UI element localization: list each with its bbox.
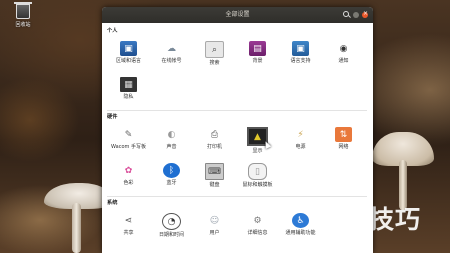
settings-item-language-support[interactable]: ▣ 语言支持 <box>279 38 322 74</box>
settings-item-network[interactable]: ⇅ 网络 <box>322 124 365 160</box>
color-icon: ✿ <box>124 165 133 176</box>
trash-desktop-icon[interactable]: 回收站 <box>10 2 36 28</box>
settings-item-privacy[interactable]: ▦ 隐私 <box>107 74 150 110</box>
settings-item-label: 在线帐号 <box>161 58 182 64</box>
section-title-hardware: 硬件 <box>107 114 118 120</box>
privacy-icon: ▦ <box>120 77 137 92</box>
settings-item-label: 日期和时间 <box>158 232 184 238</box>
section-title-personal: 个人 <box>107 28 118 34</box>
power-icon: ⚡ <box>297 129 304 140</box>
settings-item-details[interactable]: ⚙ 详细信息 <box>236 210 279 246</box>
settings-item-label: Wacom 手写板 <box>111 144 146 150</box>
sharing-icon: ⋖ <box>124 215 133 226</box>
close-button[interactable] <box>362 10 368 18</box>
settings-item-printer[interactable]: ⎙ 打印机 <box>193 124 236 160</box>
settings-item-label: 声音 <box>166 144 177 150</box>
personal-grid: ▣ 区域和语言 ☁ 在线帐号 ⌕ 搜索 ▤ 背景 ▣ 语言支持 ◉ 通知 ▦ 隐… <box>107 38 367 110</box>
region-flag-icon: ▣ <box>120 41 137 56</box>
settings-item-label: 鼠标和触摸板 <box>242 182 273 188</box>
settings-item-label: 显示 <box>252 148 263 154</box>
settings-item-power[interactable]: ⚡ 电源 <box>279 124 322 160</box>
hardware-grid: ✎ Wacom 手写板 ◐ 声音 ⎙ 打印机 ▲ 显示 ⚡ 电源 ⇅ 网络 ✿ … <box>107 124 367 196</box>
language-support-icon: ▣ <box>292 41 309 56</box>
settings-item-sound[interactable]: ◐ 声音 <box>150 124 193 160</box>
notifications-icon: ◉ <box>339 43 348 54</box>
sound-icon: ◐ <box>167 129 176 140</box>
trash-icon <box>14 2 32 19</box>
mushroom-stem-image <box>72 203 81 253</box>
minimize-button[interactable] <box>353 12 359 18</box>
settings-item-notifications[interactable]: ◉ 通知 <box>322 38 365 74</box>
printer-icon: ⎙ <box>210 129 219 140</box>
details-gear-icon: ⚙ <box>253 215 262 226</box>
settings-item-display[interactable]: ▲ 显示 <box>236 124 279 160</box>
settings-item-label: 蓝牙 <box>166 180 177 186</box>
window-title: 全部设置 <box>225 11 250 18</box>
settings-content: 个人 ▣ 区域和语言 ☁ 在线帐号 ⌕ 搜索 ▤ 背景 ▣ 语言支持 ◉ 通知 … <box>102 23 373 246</box>
background-icon: ▤ <box>249 41 266 56</box>
settings-item-label: 键盘 <box>209 182 220 188</box>
wacom-tablet-icon: ✎ <box>124 129 133 140</box>
settings-item-label: 共享 <box>123 230 134 236</box>
bluetooth-icon: ᛒ <box>163 163 180 178</box>
settings-item-label: 用户 <box>209 230 220 236</box>
settings-item-label: 隐私 <box>123 94 134 100</box>
settings-item-label: 网络 <box>338 144 349 150</box>
settings-item-label: 背景 <box>252 58 263 64</box>
settings-item-label: 通知 <box>338 58 349 64</box>
section-divider <box>107 196 367 197</box>
settings-item-label: 详细信息 <box>247 230 268 236</box>
settings-item-color[interactable]: ✿ 色彩 <box>107 160 150 196</box>
section-title-system: 系统 <box>107 200 118 206</box>
settings-item-search[interactable]: ⌕ 搜索 <box>193 38 236 74</box>
settings-item-background[interactable]: ▤ 背景 <box>236 38 279 74</box>
trash-label: 回收站 <box>15 22 31 28</box>
settings-item-online-accounts[interactable]: ☁ 在线帐号 <box>150 38 193 74</box>
section-divider <box>107 110 367 111</box>
date-time-icon: ◔ <box>162 213 181 230</box>
settings-item-label: 语言支持 <box>290 58 311 64</box>
settings-item-label: 通用辅助功能 <box>285 230 316 236</box>
settings-item-label: 搜索 <box>209 60 220 66</box>
settings-item-region-language[interactable]: ▣ 区域和语言 <box>107 38 150 74</box>
settings-item-label: 打印机 <box>206 144 222 150</box>
accessibility-icon: ♿ <box>292 213 309 228</box>
users-icon: ☺ <box>209 215 220 226</box>
settings-item-label: 色彩 <box>123 180 134 186</box>
online-accounts-icon: ☁ <box>167 43 176 54</box>
settings-item-accessibility[interactable]: ♿ 通用辅助功能 <box>279 210 322 246</box>
settings-item-wacom[interactable]: ✎ Wacom 手写板 <box>107 124 150 160</box>
settings-item-bluetooth[interactable]: ᛒ 蓝牙 <box>150 160 193 196</box>
settings-item-label: 区域和语言 <box>115 58 141 64</box>
mouse-touchpad-icon: ▯ <box>248 163 267 180</box>
settings-item-label: 电源 <box>295 144 306 150</box>
settings-item-users[interactable]: ☺ 用户 <box>193 210 236 246</box>
search-settings-icon: ⌕ <box>205 41 224 58</box>
network-icon: ⇅ <box>335 127 352 142</box>
window-titlebar[interactable]: 全部设置 <box>102 7 373 23</box>
keyboard-icon: ⌨ <box>205 163 224 180</box>
settings-window: 全部设置 个人 ▣ 区域和语言 ☁ 在线帐号 ⌕ 搜索 ▤ 背景 <box>102 7 373 253</box>
search-icon[interactable] <box>343 11 349 17</box>
settings-item-keyboard[interactable]: ⌨ 键盘 <box>193 160 236 196</box>
settings-item-sharing[interactable]: ⋖ 共享 <box>107 210 150 246</box>
settings-item-mouse-touchpad[interactable]: ▯ 鼠标和触摸板 <box>236 160 279 196</box>
system-grid: ⋖ 共享 ◔ 日期和时间 ☺ 用户 ⚙ 详细信息 ♿ 通用辅助功能 <box>107 210 367 246</box>
settings-item-date-time[interactable]: ◔ 日期和时间 <box>150 210 193 246</box>
